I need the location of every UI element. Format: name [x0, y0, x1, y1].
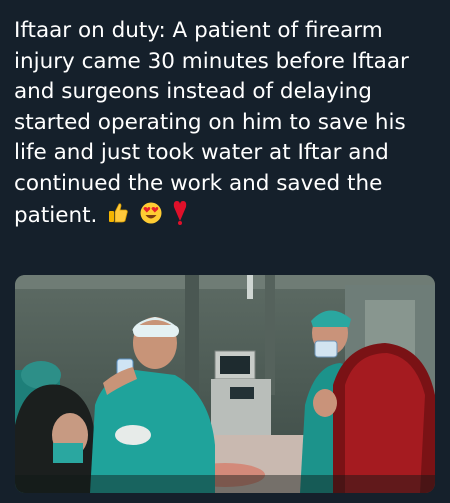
thumbs-up-icon: [106, 201, 130, 235]
red-heart-icon: [172, 199, 188, 235]
tweet-body: Iftaar on duty: A patient of firearm inj…: [14, 18, 409, 228]
operating-room-photo: [15, 275, 435, 493]
tweet-text: Iftaar on duty: A patient of firearm inj…: [14, 16, 440, 235]
heart-eyes-icon: [139, 201, 163, 235]
